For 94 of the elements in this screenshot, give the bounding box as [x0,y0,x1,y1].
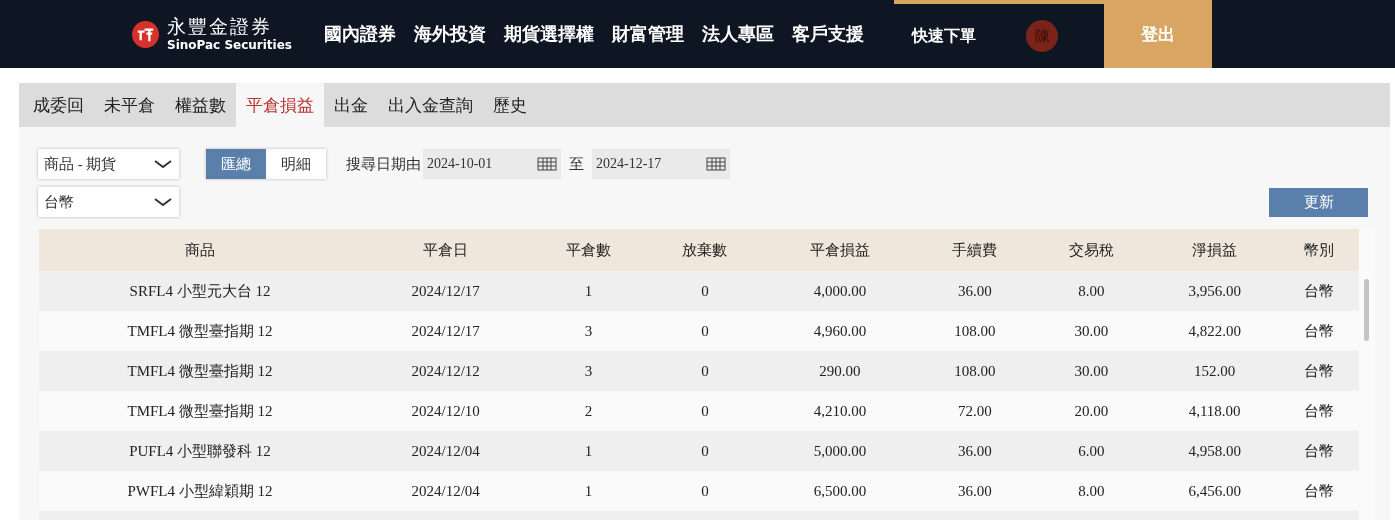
chevron-icon [153,197,173,207]
table-cell: 4,822.00 [1149,311,1280,351]
table-cell: 4,960.00 [763,311,917,351]
table-cell: 台幣 [1279,271,1359,311]
table-cell: 3 [530,351,647,391]
logo-icon [132,20,159,48]
table-cell: 108.00 [916,311,1034,351]
table-cell: 台幣 [1279,311,1359,351]
table-cell: 6.00 [1033,431,1150,471]
table-cell: 36.00 [916,271,1034,311]
date-separator: 至 [569,154,584,174]
table-cell: 8.00 [1033,271,1150,311]
table-cell: 台幣 [1279,351,1359,391]
table-cell: 2024/12/12 [361,351,531,391]
table-cell: TMFL4 微型臺指期 12 [39,391,361,431]
table-cell: 20.00 [1033,391,1150,431]
column-header: 平倉損益 [763,229,917,271]
nav-link[interactable]: 財富管理 [612,22,684,46]
mode-toggle[interactable]: 明細 [266,149,326,179]
table-cell: 108.00 [916,351,1034,391]
tab[interactable]: 權益數 [165,83,236,127]
table-cell: 30.00 [1033,311,1150,351]
table-cell: 2 [530,391,647,431]
product-select[interactable]: 商品 - 期貨 [38,149,179,179]
table-cell: 2024/12/10 [361,391,531,431]
tab[interactable]: 出入金查詢 [378,83,483,127]
table-cell: 台幣 [1279,471,1359,511]
column-header: 淨損益 [1149,229,1280,271]
table-cell: 3,956.00 [1149,271,1280,311]
table-cell: 0 [646,351,764,391]
column-header: 平倉日 [361,229,531,271]
table-cell: 2024/12/17 [361,271,531,311]
nav-link[interactable]: 期貨選擇權 [504,22,594,46]
table-cell: 1 [530,271,647,311]
nav-link[interactable]: 客戶支援 [792,22,864,46]
table-cell: SRFL4 小型元大台 12 [39,271,361,311]
table-cell: 36.00 [916,471,1034,511]
table-cell: 0 [646,471,764,511]
table-cell: 2024/12/04 [361,431,531,471]
quick-order-link[interactable]: 快速下單 [912,25,976,47]
table-cell: 4,210.00 [763,391,917,431]
chevron-icon [153,159,173,169]
table-cell: 2024/12/04 [361,471,531,511]
table-cell: 0 [646,391,764,431]
table-cell: 152.00 [1149,351,1280,391]
column-header: 幣別 [1279,229,1359,271]
tab[interactable]: 未平倉 [94,83,165,127]
table-cell: 0 [646,431,764,471]
table-cell: 4,000.00 [763,271,917,311]
table-cell: 290.00 [763,351,917,391]
table-cell: 0 [646,311,764,351]
table-cell: PWFL4 小型緯穎期 12 [39,471,361,511]
table-cell: 3 [530,311,647,351]
date-from-field[interactable]: 2024-10-01 [423,149,561,179]
brand-name: 永豐金證券 [167,15,273,39]
column-header: 交易稅 [1033,229,1150,271]
table-cell: 72.00 [916,391,1034,431]
table-cell: PUFL4 小型聯發科 12 [39,431,361,471]
table-cell: 0 [646,271,764,311]
column-header: 商品 [39,229,361,271]
tab[interactable]: 歷史 [483,83,537,127]
tab[interactable]: 出金 [324,83,378,127]
table-cell: 6,456.00 [1149,471,1280,511]
date-label: 搜尋日期由 [346,154,421,174]
tab[interactable]: 平倉損益 [236,83,324,127]
column-header: 放棄數 [646,229,764,271]
calendar-icon [537,157,557,171]
currency-select[interactable]: 台幣 [38,187,179,217]
brand-subtitle: SinoPac Securities [167,38,292,53]
refresh-button[interactable]: 更新 [1269,187,1368,217]
table-cell: 8.00 [1033,471,1150,511]
nav-link[interactable]: 海外投資 [414,22,486,46]
table-cell: 6,500.00 [763,471,917,511]
nav-link[interactable]: 法人專區 [702,22,774,46]
scrollbar[interactable] [1364,279,1369,341]
table-cell: 30.00 [1033,351,1150,391]
table-cell: 4,118.00 [1149,391,1280,431]
mode-toggle[interactable]: 匯總 [206,149,266,179]
table-cell: 1 [530,471,647,511]
column-header: 平倉數 [530,229,647,271]
table-cell: 台幣 [1279,391,1359,431]
date-to-field[interactable]: 2024-12-17 [592,149,730,179]
nav-link[interactable]: 國內證券 [324,22,396,46]
table-cell: 2024/12/17 [361,311,531,351]
table-cell: TMFL4 微型臺指期 12 [39,311,361,351]
table-cell: 台幣 [1279,431,1359,471]
tab[interactable]: 成委回 [23,83,94,127]
table-cell: 4,958.00 [1149,431,1280,471]
column-header: 手續費 [916,229,1034,271]
table-cell: 5,000.00 [763,431,917,471]
table-cell: 36.00 [916,431,1034,471]
table-cell: 1 [530,431,647,471]
table-cell: TMFL4 微型臺指期 12 [39,351,361,391]
calendar-icon [706,157,726,171]
